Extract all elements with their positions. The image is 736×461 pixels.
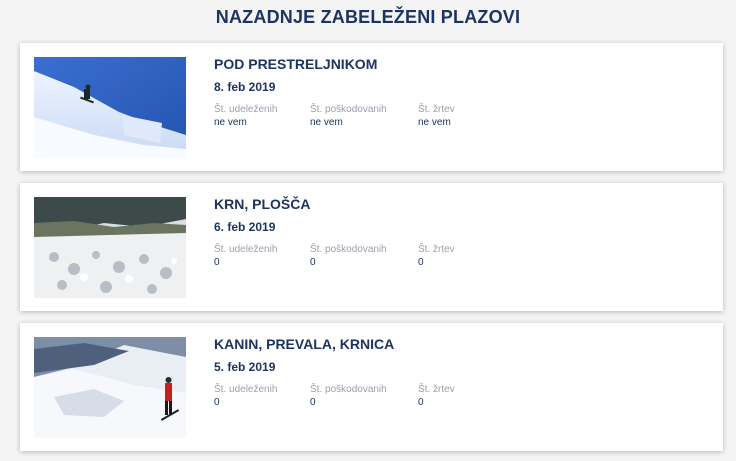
stat-value: 0 bbox=[214, 397, 220, 408]
avalanche-photo[interactable] bbox=[34, 57, 186, 158]
stat-value: 0 bbox=[214, 257, 220, 268]
stat-label: Št. udeleženih bbox=[214, 384, 278, 395]
stat-value: ne vem bbox=[310, 117, 343, 128]
avalanche-card[interactable]: POD PRESTRELJNIKOM 8. feb 2019 Št. udele… bbox=[20, 43, 723, 171]
stat-participants: Št. udeleženih ne vem bbox=[214, 104, 277, 129]
stat-value: ne vem bbox=[418, 117, 451, 128]
stat-label: Št. žrtev bbox=[418, 104, 455, 115]
stat-victims: Št. žrtev ne vem bbox=[418, 104, 455, 129]
stat-label: Št. poškodovanih bbox=[310, 244, 387, 255]
avalanche-photo[interactable] bbox=[34, 197, 186, 298]
avalanche-photo[interactable] bbox=[34, 337, 186, 438]
stat-participants: Št. udeleženih 0 bbox=[214, 384, 277, 409]
stat-label: Št. žrtev bbox=[418, 384, 455, 395]
avalanche-title[interactable]: KRN, PLOŠČA bbox=[214, 196, 310, 212]
avalanche-card[interactable]: KANIN, PREVALA, KRNICA 5. feb 2019 Št. u… bbox=[20, 323, 723, 451]
stat-victims: Št. žrtev 0 bbox=[418, 384, 455, 409]
avalanche-date: 5. feb 2019 bbox=[214, 360, 276, 374]
stat-label: Št. poškodovanih bbox=[310, 104, 387, 115]
stat-value: 0 bbox=[418, 397, 424, 408]
stat-value: 0 bbox=[418, 257, 424, 268]
stat-label: Št. žrtev bbox=[418, 244, 455, 255]
stat-value: ne vem bbox=[214, 117, 247, 128]
page-title: NAZADNJE ZABELEŽENI PLAZOVI bbox=[215, 7, 521, 27]
avalanche-date: 8. feb 2019 bbox=[214, 80, 276, 94]
stat-value: 0 bbox=[310, 257, 316, 268]
stat-label: Št. udeleženih bbox=[214, 244, 278, 255]
avalanche-card[interactable]: KRN, PLOŠČA 6. feb 2019 Št. udeleženih 0… bbox=[20, 183, 723, 311]
stat-injured: Št. poškodovanih ne vem bbox=[310, 104, 387, 129]
stat-label: Št. poškodovanih bbox=[310, 384, 387, 395]
avalanche-title[interactable]: POD PRESTRELJNIKOM bbox=[214, 56, 377, 72]
stat-label: Št. udeleženih bbox=[214, 104, 278, 115]
avalanche-date: 6. feb 2019 bbox=[214, 220, 276, 234]
stat-injured: Št. poškodovanih 0 bbox=[310, 244, 387, 269]
stat-injured: Št. poškodovanih 0 bbox=[310, 384, 387, 409]
stat-value: 0 bbox=[310, 397, 316, 408]
avalanche-title[interactable]: KANIN, PREVALA, KRNICA bbox=[214, 336, 394, 352]
stat-victims: Št. žrtev 0 bbox=[418, 244, 455, 269]
stat-participants: Št. udeleženih 0 bbox=[214, 244, 277, 269]
